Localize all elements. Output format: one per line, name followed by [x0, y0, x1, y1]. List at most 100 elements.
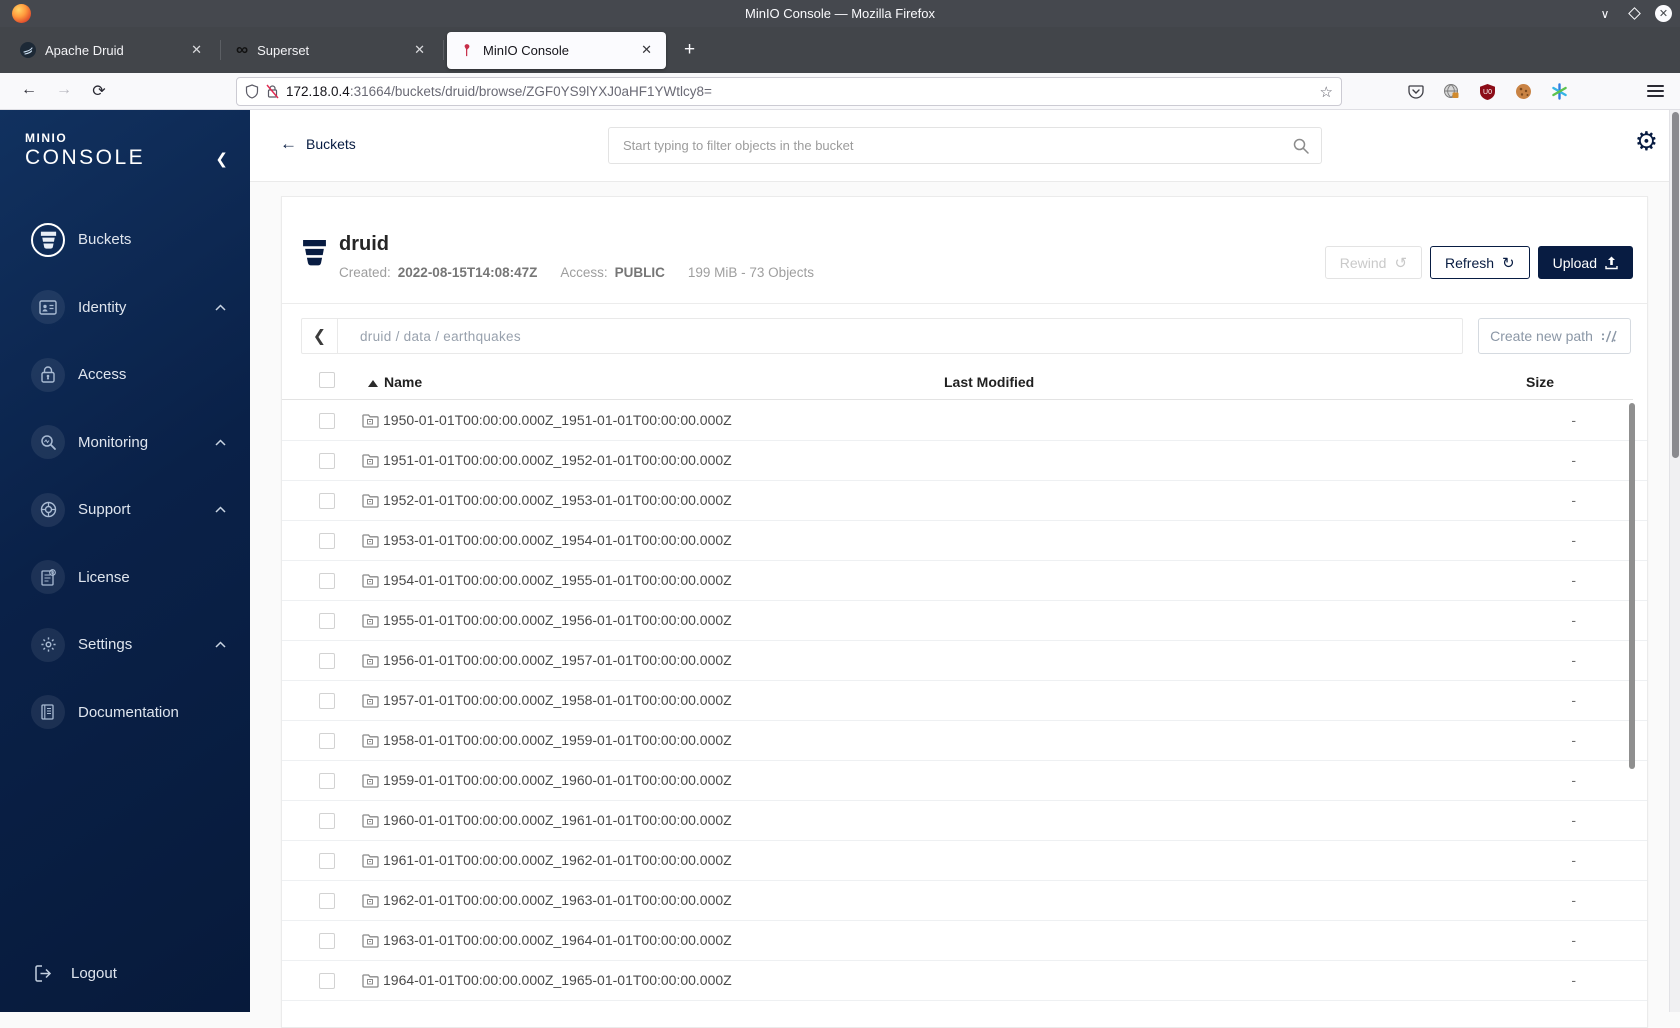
tab-close-icon[interactable]: ✕: [410, 40, 429, 60]
table-row[interactable]: 1959-01-01T00:00:00.000Z_1960-01-01T00:0…: [282, 761, 1647, 801]
object-name[interactable]: 1961-01-01T00:00:00.000Z_1962-01-01T00:0…: [383, 852, 732, 868]
row-checkbox[interactable]: [319, 533, 335, 549]
upload-button[interactable]: Upload: [1537, 246, 1633, 279]
rewind-button[interactable]: Rewind ↺: [1324, 246, 1423, 279]
back-to-buckets-link[interactable]: ← Buckets: [280, 134, 356, 154]
sidebar-item-documentation[interactable]: Documentation: [0, 679, 250, 747]
page-scrollbar[interactable]: [1669, 110, 1680, 1012]
row-checkbox[interactable]: [319, 653, 335, 669]
sidebar-item-license[interactable]: License: [0, 544, 250, 612]
window-minimize-icon[interactable]: ∨: [1597, 6, 1613, 22]
create-new-path-button[interactable]: Create new path: [1478, 318, 1631, 354]
row-checkbox[interactable]: [319, 773, 335, 789]
row-checkbox[interactable]: [319, 453, 335, 469]
row-checkbox[interactable]: [319, 693, 335, 709]
row-checkbox[interactable]: [319, 613, 335, 629]
ublock-icon[interactable]: U0: [1479, 83, 1496, 100]
table-row[interactable]: 1957-01-01T00:00:00.000Z_1958-01-01T00:0…: [282, 681, 1647, 721]
path-back-chevron-icon[interactable]: ❮: [302, 319, 338, 353]
reload-button[interactable]: ⟳: [84, 81, 114, 101]
tab-minio-console[interactable]: MinIO Console ✕: [447, 31, 666, 69]
tab-close-icon[interactable]: ✕: [187, 40, 206, 60]
object-name[interactable]: 1963-01-01T00:00:00.000Z_1964-01-01T00:0…: [383, 932, 732, 948]
sidebar-item-label: Documentation: [78, 703, 179, 721]
object-name[interactable]: 1959-01-01T00:00:00.000Z_1960-01-01T00:0…: [383, 772, 732, 788]
table-row[interactable]: 1955-01-01T00:00:00.000Z_1956-01-01T00:0…: [282, 601, 1647, 641]
row-checkbox[interactable]: [319, 733, 335, 749]
tab-apache-druid[interactable]: Apache Druid ✕: [8, 32, 221, 69]
row-checkbox[interactable]: [319, 413, 335, 429]
tab-close-icon[interactable]: ✕: [637, 40, 656, 60]
tab-superset[interactable]: ∞ Superset ✕: [224, 32, 444, 69]
sidebar-collapse-icon[interactable]: ❮: [215, 150, 228, 168]
window-title: MinIO Console — Mozilla Firefox: [745, 6, 935, 21]
window-maximize-icon[interactable]: [1627, 7, 1641, 20]
sidebar-item-logout[interactable]: Logout: [0, 946, 250, 1000]
search-input[interactable]: [609, 138, 1293, 153]
sidebar-item-identity[interactable]: Identity: [0, 274, 250, 342]
object-name[interactable]: 1955-01-01T00:00:00.000Z_1956-01-01T00:0…: [383, 612, 732, 628]
column-last-modified[interactable]: Last Modified: [944, 374, 1034, 390]
table-row[interactable]: 1952-01-01T00:00:00.000Z_1953-01-01T00:0…: [282, 481, 1647, 521]
sidebar-item-monitoring[interactable]: Monitoring: [0, 409, 250, 477]
refresh-button[interactable]: Refresh ↻: [1430, 246, 1530, 279]
row-checkbox[interactable]: [319, 853, 335, 869]
table-row[interactable]: 1951-01-01T00:00:00.000Z_1952-01-01T00:0…: [282, 441, 1647, 481]
chevron-up-icon[interactable]: [215, 641, 226, 648]
sidebar-item-settings[interactable]: Settings: [0, 611, 250, 679]
pocket-icon[interactable]: [1407, 83, 1424, 100]
insecure-lock-icon[interactable]: [266, 84, 279, 99]
window-close-icon[interactable]: ✕: [1655, 5, 1672, 22]
row-checkbox[interactable]: [319, 973, 335, 989]
new-tab-button[interactable]: +: [674, 39, 705, 61]
table-row[interactable]: 1950-01-01T00:00:00.000Z_1951-01-01T00:0…: [282, 401, 1647, 441]
tracking-shield-icon[interactable]: [245, 84, 259, 99]
object-name[interactable]: 1964-01-01T00:00:00.000Z_1965-01-01T00:0…: [383, 972, 732, 988]
table-row[interactable]: 1962-01-01T00:00:00.000Z_1963-01-01T00:0…: [282, 881, 1647, 921]
table-row[interactable]: 1961-01-01T00:00:00.000Z_1962-01-01T00:0…: [282, 841, 1647, 881]
object-name[interactable]: 1950-01-01T00:00:00.000Z_1951-01-01T00:0…: [383, 412, 732, 428]
sort-ascending-icon[interactable]: [368, 380, 378, 387]
table-row[interactable]: 1964-01-01T00:00:00.000Z_1965-01-01T00:0…: [282, 961, 1647, 1001]
forward-button[interactable]: →: [49, 81, 79, 101]
cookie-icon[interactable]: [1515, 83, 1532, 100]
object-name[interactable]: 1953-01-01T00:00:00.000Z_1954-01-01T00:0…: [383, 532, 732, 548]
asterisk-extension-icon[interactable]: [1551, 83, 1568, 100]
sidebar-item-support[interactable]: Support: [0, 476, 250, 544]
row-checkbox[interactable]: [319, 573, 335, 589]
privacy-globe-icon[interactable]: [1443, 83, 1460, 100]
back-button[interactable]: ←: [14, 81, 44, 101]
object-name[interactable]: 1960-01-01T00:00:00.000Z_1961-01-01T00:0…: [383, 812, 732, 828]
chevron-up-icon[interactable]: [215, 506, 226, 513]
object-name[interactable]: 1951-01-01T00:00:00.000Z_1952-01-01T00:0…: [383, 452, 732, 468]
chevron-up-icon[interactable]: [215, 304, 226, 311]
column-name[interactable]: Name: [384, 374, 422, 390]
object-name[interactable]: 1954-01-01T00:00:00.000Z_1955-01-01T00:0…: [383, 572, 732, 588]
sidebar-item-buckets[interactable]: Buckets: [0, 206, 250, 274]
select-all-checkbox[interactable]: [319, 372, 335, 388]
menu-icon[interactable]: [1647, 82, 1664, 100]
row-checkbox[interactable]: [319, 493, 335, 509]
object-name[interactable]: 1957-01-01T00:00:00.000Z_1958-01-01T00:0…: [383, 692, 732, 708]
console-settings-gear-icon[interactable]: ⚙: [1635, 128, 1658, 154]
table-row[interactable]: 1956-01-01T00:00:00.000Z_1957-01-01T00:0…: [282, 641, 1647, 681]
column-size[interactable]: Size: [1526, 374, 1554, 390]
object-name[interactable]: 1958-01-01T00:00:00.000Z_1959-01-01T00:0…: [383, 732, 732, 748]
sidebar-item-access[interactable]: Access: [0, 341, 250, 409]
row-checkbox[interactable]: [319, 893, 335, 909]
url-bar[interactable]: 172.18.0.4:31664/buckets/druid/browse/ZG…: [236, 77, 1342, 106]
row-checkbox[interactable]: [319, 813, 335, 829]
table-row[interactable]: 1963-01-01T00:00:00.000Z_1964-01-01T00:0…: [282, 921, 1647, 961]
table-row[interactable]: 1960-01-01T00:00:00.000Z_1961-01-01T00:0…: [282, 801, 1647, 841]
object-name[interactable]: 1956-01-01T00:00:00.000Z_1957-01-01T00:0…: [383, 652, 732, 668]
table-row[interactable]: 1953-01-01T00:00:00.000Z_1954-01-01T00:0…: [282, 521, 1647, 561]
table-row[interactable]: 1958-01-01T00:00:00.000Z_1959-01-01T00:0…: [282, 721, 1647, 761]
table-row[interactable]: 1954-01-01T00:00:00.000Z_1955-01-01T00:0…: [282, 561, 1647, 601]
chevron-up-icon[interactable]: [215, 439, 226, 446]
page-scrollbar-thumb[interactable]: [1672, 112, 1679, 458]
table-scrollbar[interactable]: [1629, 403, 1635, 769]
object-name[interactable]: 1952-01-01T00:00:00.000Z_1953-01-01T00:0…: [383, 492, 732, 508]
row-checkbox[interactable]: [319, 933, 335, 949]
bookmark-star-icon[interactable]: ☆: [1320, 83, 1333, 101]
object-name[interactable]: 1962-01-01T00:00:00.000Z_1963-01-01T00:0…: [383, 892, 732, 908]
